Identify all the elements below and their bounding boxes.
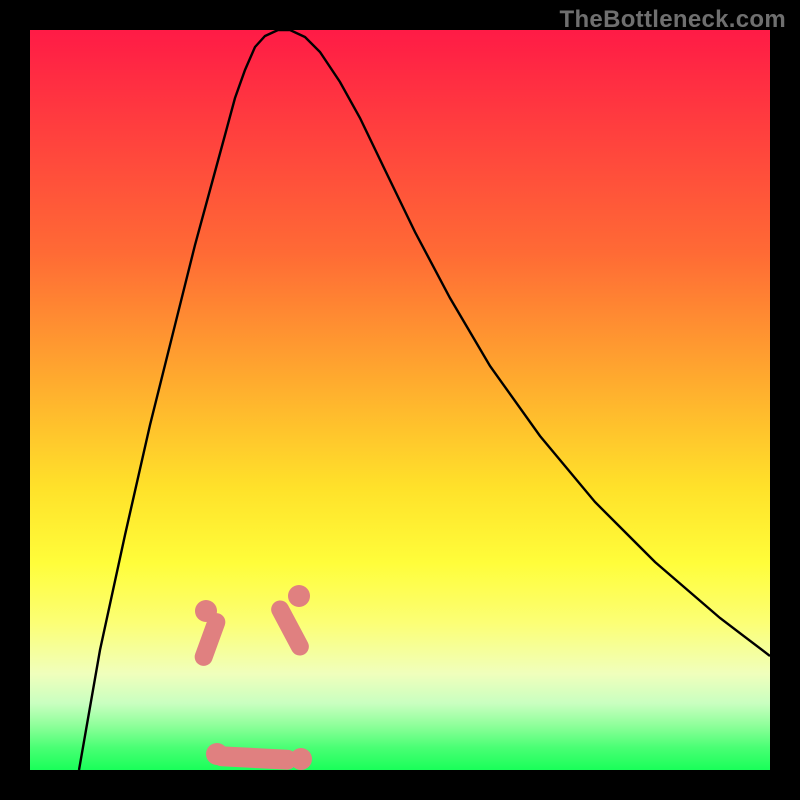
watermark-text: TheBottleneck.com xyxy=(560,6,786,34)
curve-svg xyxy=(30,30,770,770)
curve-path xyxy=(79,30,770,770)
chart-frame: TheBottleneck.com xyxy=(0,0,800,800)
plot-area xyxy=(30,30,770,770)
